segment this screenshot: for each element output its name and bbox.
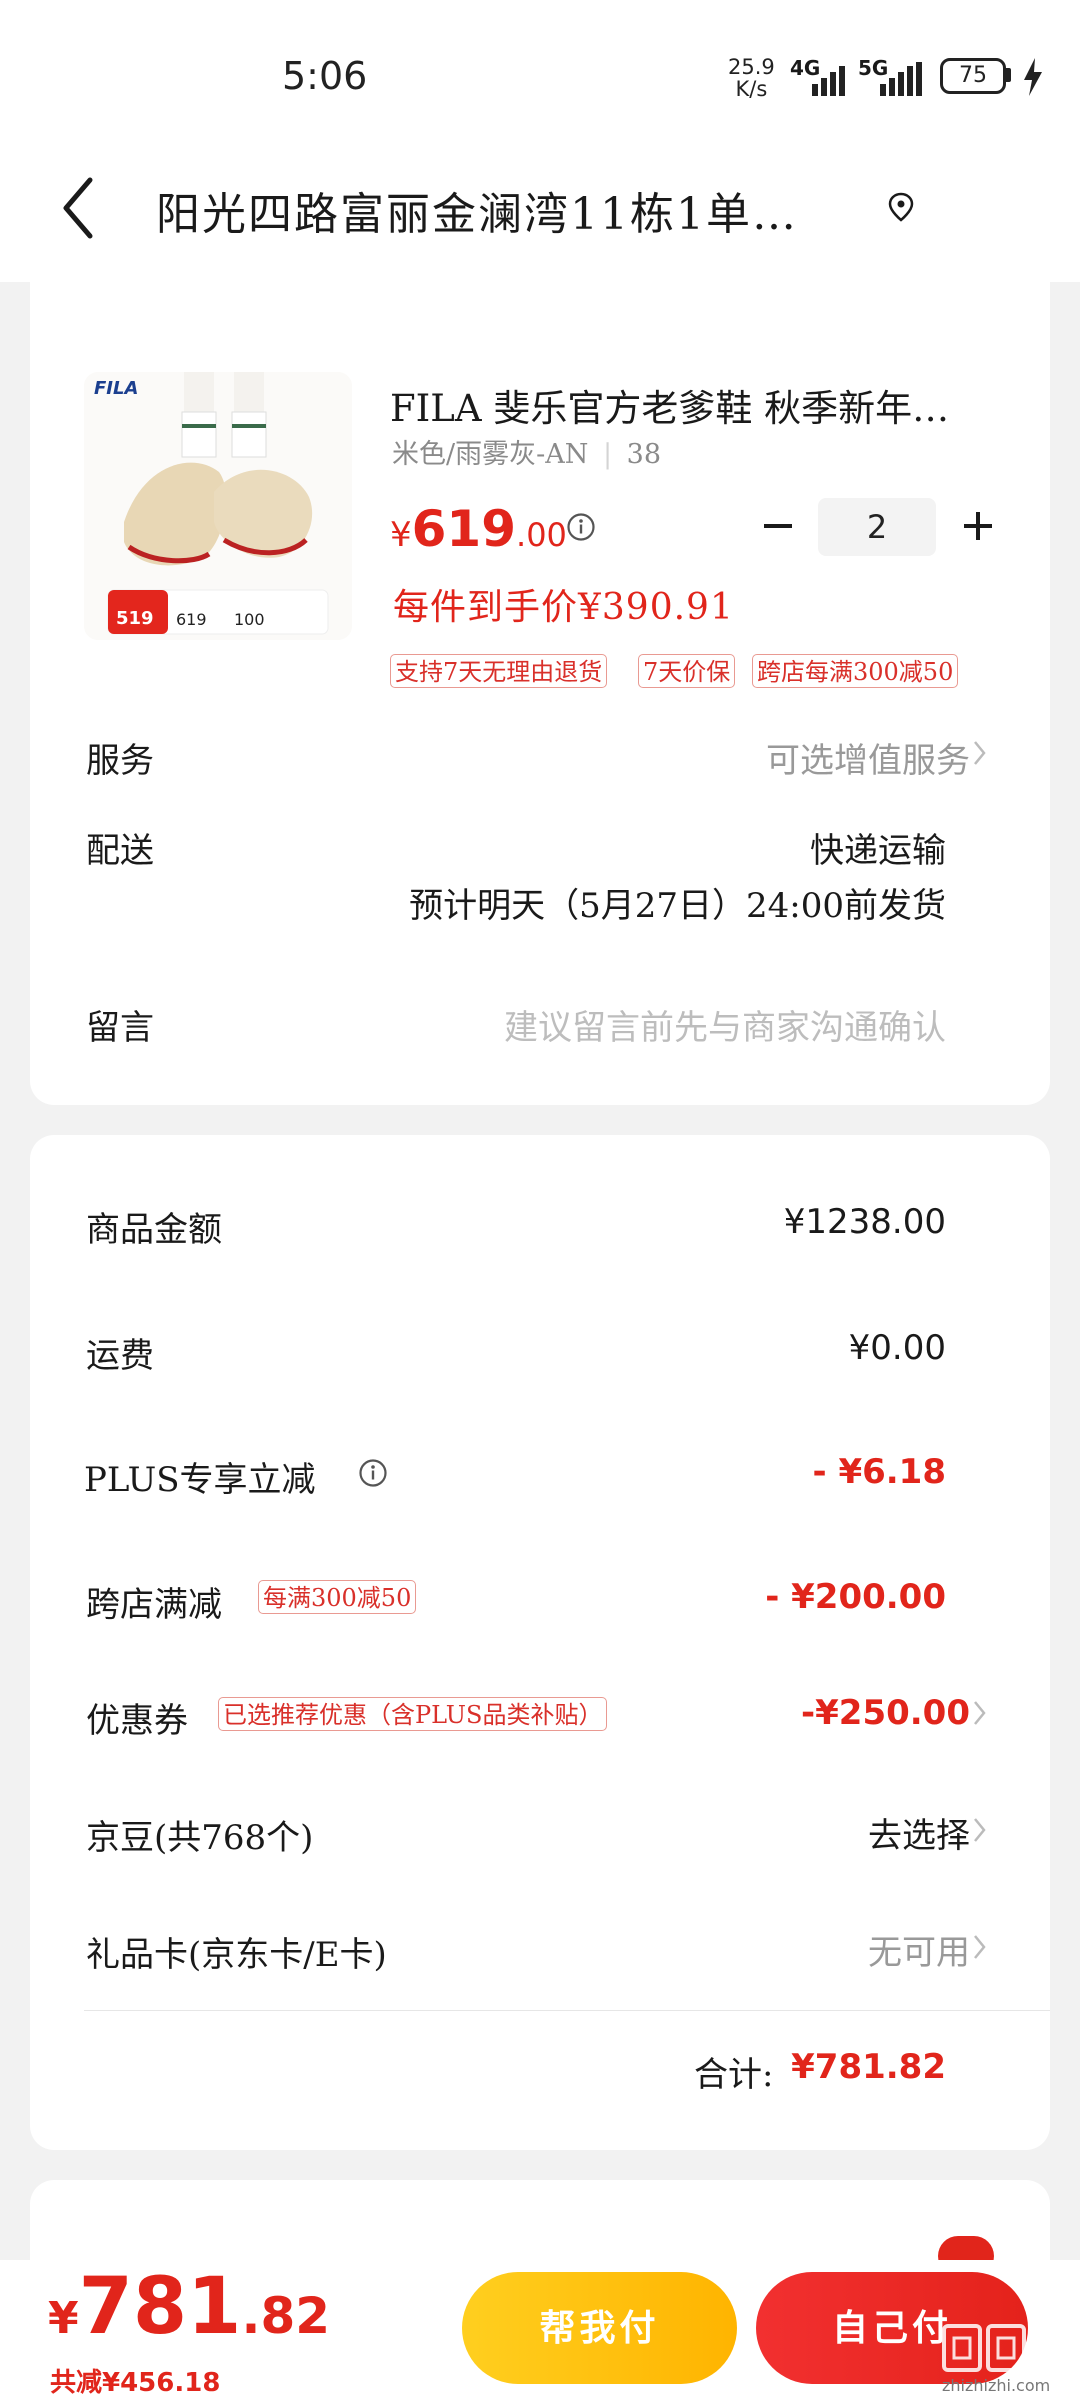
delivery-estimate: 预计明天（5月27日）24:00前发货 [409,886,946,926]
network-speed-unit: K/s [735,77,768,101]
battery-tip [1006,68,1011,82]
plus-discount-label: PLUS专享立减 [84,1460,316,1500]
image-badge-a: 619 [176,610,207,629]
delivery-method[interactable]: 快递运输 [810,823,946,872]
price-integer: 619 [411,500,517,558]
divider [84,2010,1050,2011]
image-badge-b: 100 [234,610,265,629]
network-speed-value: 25.9 [728,55,775,79]
battery-indicator: 75 [940,58,1006,94]
coupon-tag: 已选推荐优惠（含PLUS品类补贴） [218,1697,608,1731]
product-title[interactable]: FILA 斐乐官方老爹鞋 秋季新年… [390,378,949,432]
info-icon[interactable] [566,512,596,542]
jd-beans-label: 京豆(共768个) [86,1818,314,1858]
price-summary-card [30,1135,1050,2150]
signal-icon [812,66,845,96]
product-size: 38 [626,439,661,470]
location-icon[interactable] [886,192,916,222]
tag-price-protect: 7天价保 [638,654,736,688]
quantity-input[interactable]: 2 [818,498,936,556]
tag-cross-store: 跨店每满300减50 [752,654,959,688]
next-section-card [30,2180,1050,2260]
help-me-pay-button[interactable]: 帮我付 [462,2272,737,2384]
tag-7day-return: 支持7天无理由退货 [390,654,608,688]
total-integer: 781 [78,2262,242,2352]
product-color: 米色/雨雾灰-AN [392,439,589,470]
delivery-address[interactable]: 阳光四路富丽金澜湾11栋1单… [156,178,798,242]
signal-icon [880,62,922,96]
shoe-illustration [84,372,352,640]
product-price: ¥619.00 [390,500,567,558]
plus-discount-value: - ¥6.18 [812,1452,947,1492]
chevron-right-icon [974,1935,986,1959]
message-label: 留言 [86,1008,154,1048]
coupon-label: 优惠券 [86,1701,188,1741]
total-value: ¥781.82 [791,2047,946,2087]
chevron-right-icon [974,1818,986,1842]
shipping-label: 运费 [86,1336,154,1376]
total-label: 合计: [694,2055,774,2095]
gift-card-value[interactable]: 无可用 [868,1925,970,1974]
service-value[interactable]: 可选增值服务 [766,733,970,782]
total-symbol: ¥ [48,2293,79,2344]
cross-store-value: - ¥200.00 [765,1577,946,1617]
coupon-value[interactable]: -¥250.00 [801,1693,970,1733]
cross-store-label: 跨店满减 [86,1585,222,1625]
product-image[interactable]: FILA 519 619 100 [84,372,352,640]
price-symbol: ¥ [390,515,412,555]
spec-separator: | [602,439,613,470]
price-decimal: .00 [516,516,567,554]
unit-final-price: 每件到手价¥390.91 [393,587,734,628]
chevron-right-icon [974,1701,986,1725]
cross-store-tag: 每满300减50 [258,1580,417,1614]
info-icon[interactable] [358,1458,388,1488]
quantity-increase-button[interactable] [958,506,998,546]
message-input[interactable]: 建议留言前先与商家沟通确认 [504,1000,946,1049]
back-icon[interactable] [58,176,98,240]
checkout-total: ¥781.82 [48,2262,330,2352]
network-speed: 25.9 K/s [728,56,775,100]
quantity-decrease-button[interactable] [758,506,798,546]
goods-amount-label: 商品金额 [86,1210,222,1250]
chevron-right-icon [974,741,986,765]
total-decimal: .82 [241,2287,331,2345]
service-label: 服务 [86,741,154,781]
delivery-label: 配送 [86,831,154,871]
status-time: 5:06 [282,54,368,98]
gift-card-label: 礼品卡(京东卡/E卡) [86,1935,387,1975]
product-spec[interactable]: 米色/雨雾灰-AN | 38 [392,432,661,471]
total-saved: 共减¥456.18 [50,2368,221,2398]
charging-icon [1024,58,1042,96]
watermark-text: zhizhizhi.com [942,2376,1051,2395]
image-badge-price: 519 [116,608,154,629]
brand-logo: FILA [94,378,139,399]
jd-beans-value[interactable]: 去选择 [868,1808,970,1857]
shipping-value: ¥0.00 [848,1328,946,1368]
goods-amount-value: ¥1238.00 [783,1202,946,1242]
